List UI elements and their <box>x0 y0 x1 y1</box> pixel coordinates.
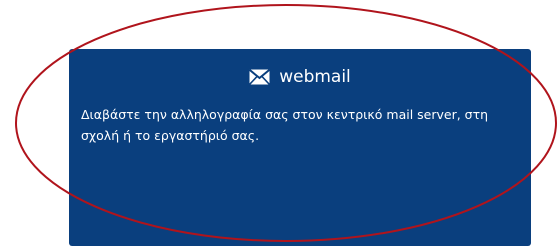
card-description: Διαβάστε την αλληλογραφία σας στον κεντρ… <box>81 107 489 143</box>
card-header: webmail <box>69 66 531 88</box>
webmail-card[interactable]: webmail Διαβάστε την αλληλογραφία σας στ… <box>69 49 531 246</box>
page-canvas: webmail Διαβάστε την αλληλογραφία σας στ… <box>0 0 557 248</box>
envelope-icon <box>249 69 271 85</box>
card-title: webmail <box>279 67 351 87</box>
